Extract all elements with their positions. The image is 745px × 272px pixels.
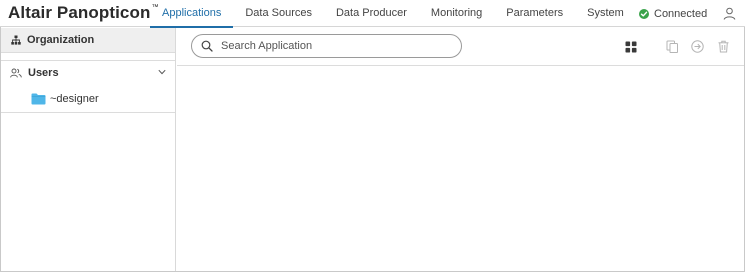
user-profile-icon[interactable] [723,7,736,20]
folder-label: ~designer [50,92,99,105]
organization-label: Organization [27,34,95,46]
tab-data-sources[interactable]: Data Sources [233,0,324,27]
application-list-area [177,66,744,270]
brand-logo[interactable]: Altair Panopticon™ [8,3,159,23]
grid-view-icon[interactable] [625,41,637,53]
users-label: Users [28,67,59,79]
folder-icon [31,93,46,104]
hierarchy-icon [11,35,21,45]
tab-data-producer[interactable]: Data Producer [324,0,419,27]
sidebar-divider [1,53,175,61]
arrow-right-circle-icon[interactable] [691,40,704,53]
trash-icon[interactable] [717,40,730,53]
copy-icon[interactable] [666,40,679,53]
brand-name: Altair Panopticon [8,3,151,22]
tab-parameters[interactable]: Parameters [494,0,575,27]
organization-header[interactable]: Organization [1,28,175,53]
tab-system[interactable]: System [575,0,636,27]
search-icon [201,40,213,52]
folder-item-designer[interactable]: ~designer [1,85,175,113]
main-panel [177,28,744,271]
check-circle-icon [639,9,649,19]
application-toolbar [177,28,744,66]
connection-status-label: Connected [654,8,708,20]
tab-monitoring[interactable]: Monitoring [419,0,494,27]
search-input[interactable] [221,40,451,52]
tab-applications[interactable]: Applications [150,0,234,28]
connection-status: Connected [639,8,707,20]
top-bar: Altair Panopticon™ Applications Data Sou… [0,0,745,28]
main-nav-tabs: Applications Data Sources Data Producer … [150,0,636,28]
sidebar: Organization Users ~designer [1,28,176,271]
users-icon [10,68,22,78]
users-group[interactable]: Users [1,61,175,85]
search-box[interactable] [191,34,462,58]
chevron-down-icon[interactable] [158,69,166,75]
